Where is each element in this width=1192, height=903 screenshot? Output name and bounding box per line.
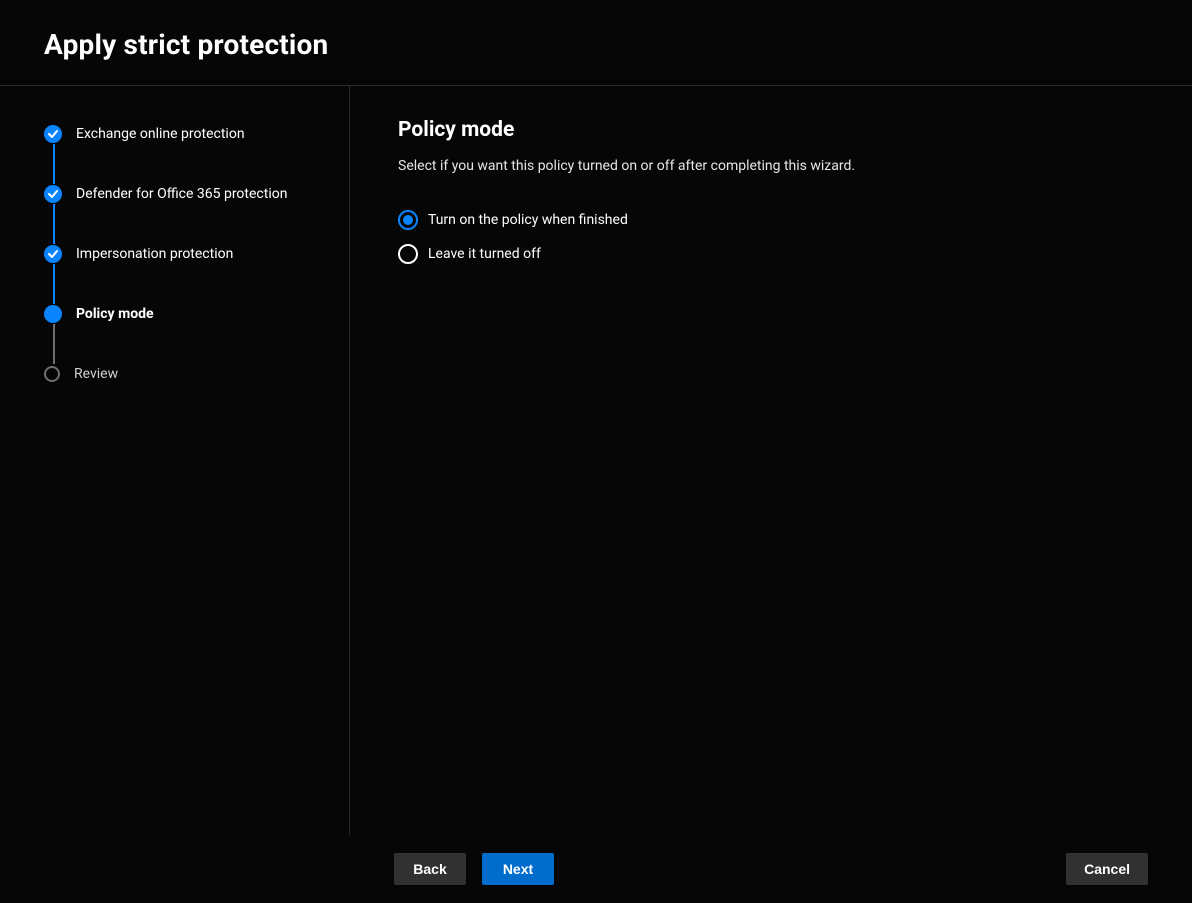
next-button[interactable]: Next (482, 853, 554, 885)
wizard-step[interactable]: Impersonation protection (44, 244, 325, 264)
checkmark-icon (44, 185, 62, 203)
wizard-steps-sidebar: Exchange online protection Defender for O… (0, 86, 350, 835)
cancel-button[interactable]: Cancel (1066, 853, 1148, 885)
radio-icon (398, 244, 418, 264)
pending-step-icon (44, 366, 60, 382)
radio-label: Turn on the policy when finished (428, 212, 628, 228)
current-step-icon (44, 305, 62, 323)
wizard-footer: Back Next Cancel (0, 835, 1192, 903)
back-button[interactable]: Back (394, 853, 466, 885)
wizard-step-label: Impersonation protection (76, 246, 233, 262)
wizard-step[interactable]: Exchange online protection (44, 124, 325, 144)
wizard-content: Policy mode Select if you want this poli… (350, 86, 1192, 835)
wizard-step-label: Review (74, 366, 118, 382)
content-description: Select if you want this policy turned on… (398, 158, 1144, 174)
step-connector (53, 144, 55, 184)
policy-mode-option[interactable]: Leave it turned off (398, 244, 1144, 264)
wizard-header: Apply strict protection (0, 0, 1192, 86)
wizard-step[interactable]: Policy mode (44, 304, 325, 324)
wizard-step[interactable]: Defender for Office 365 protection (44, 184, 325, 204)
wizard-step[interactable]: Review (44, 364, 325, 384)
wizard-step-label: Policy mode (76, 306, 154, 322)
radio-label: Leave it turned off (428, 246, 541, 262)
checkmark-icon (44, 245, 62, 263)
policy-mode-radio-group: Turn on the policy when finished Leave it… (398, 210, 1144, 264)
step-connector (53, 204, 55, 244)
wizard-step-label: Defender for Office 365 protection (76, 186, 287, 202)
policy-mode-option[interactable]: Turn on the policy when finished (398, 210, 1144, 230)
wizard-step-label: Exchange online protection (76, 126, 245, 142)
checkmark-icon (44, 125, 62, 143)
wizard-title: Apply strict protection (44, 28, 1148, 61)
radio-icon (398, 210, 418, 230)
content-heading: Policy mode (398, 118, 1144, 142)
step-connector (53, 264, 55, 304)
step-connector (53, 324, 55, 364)
